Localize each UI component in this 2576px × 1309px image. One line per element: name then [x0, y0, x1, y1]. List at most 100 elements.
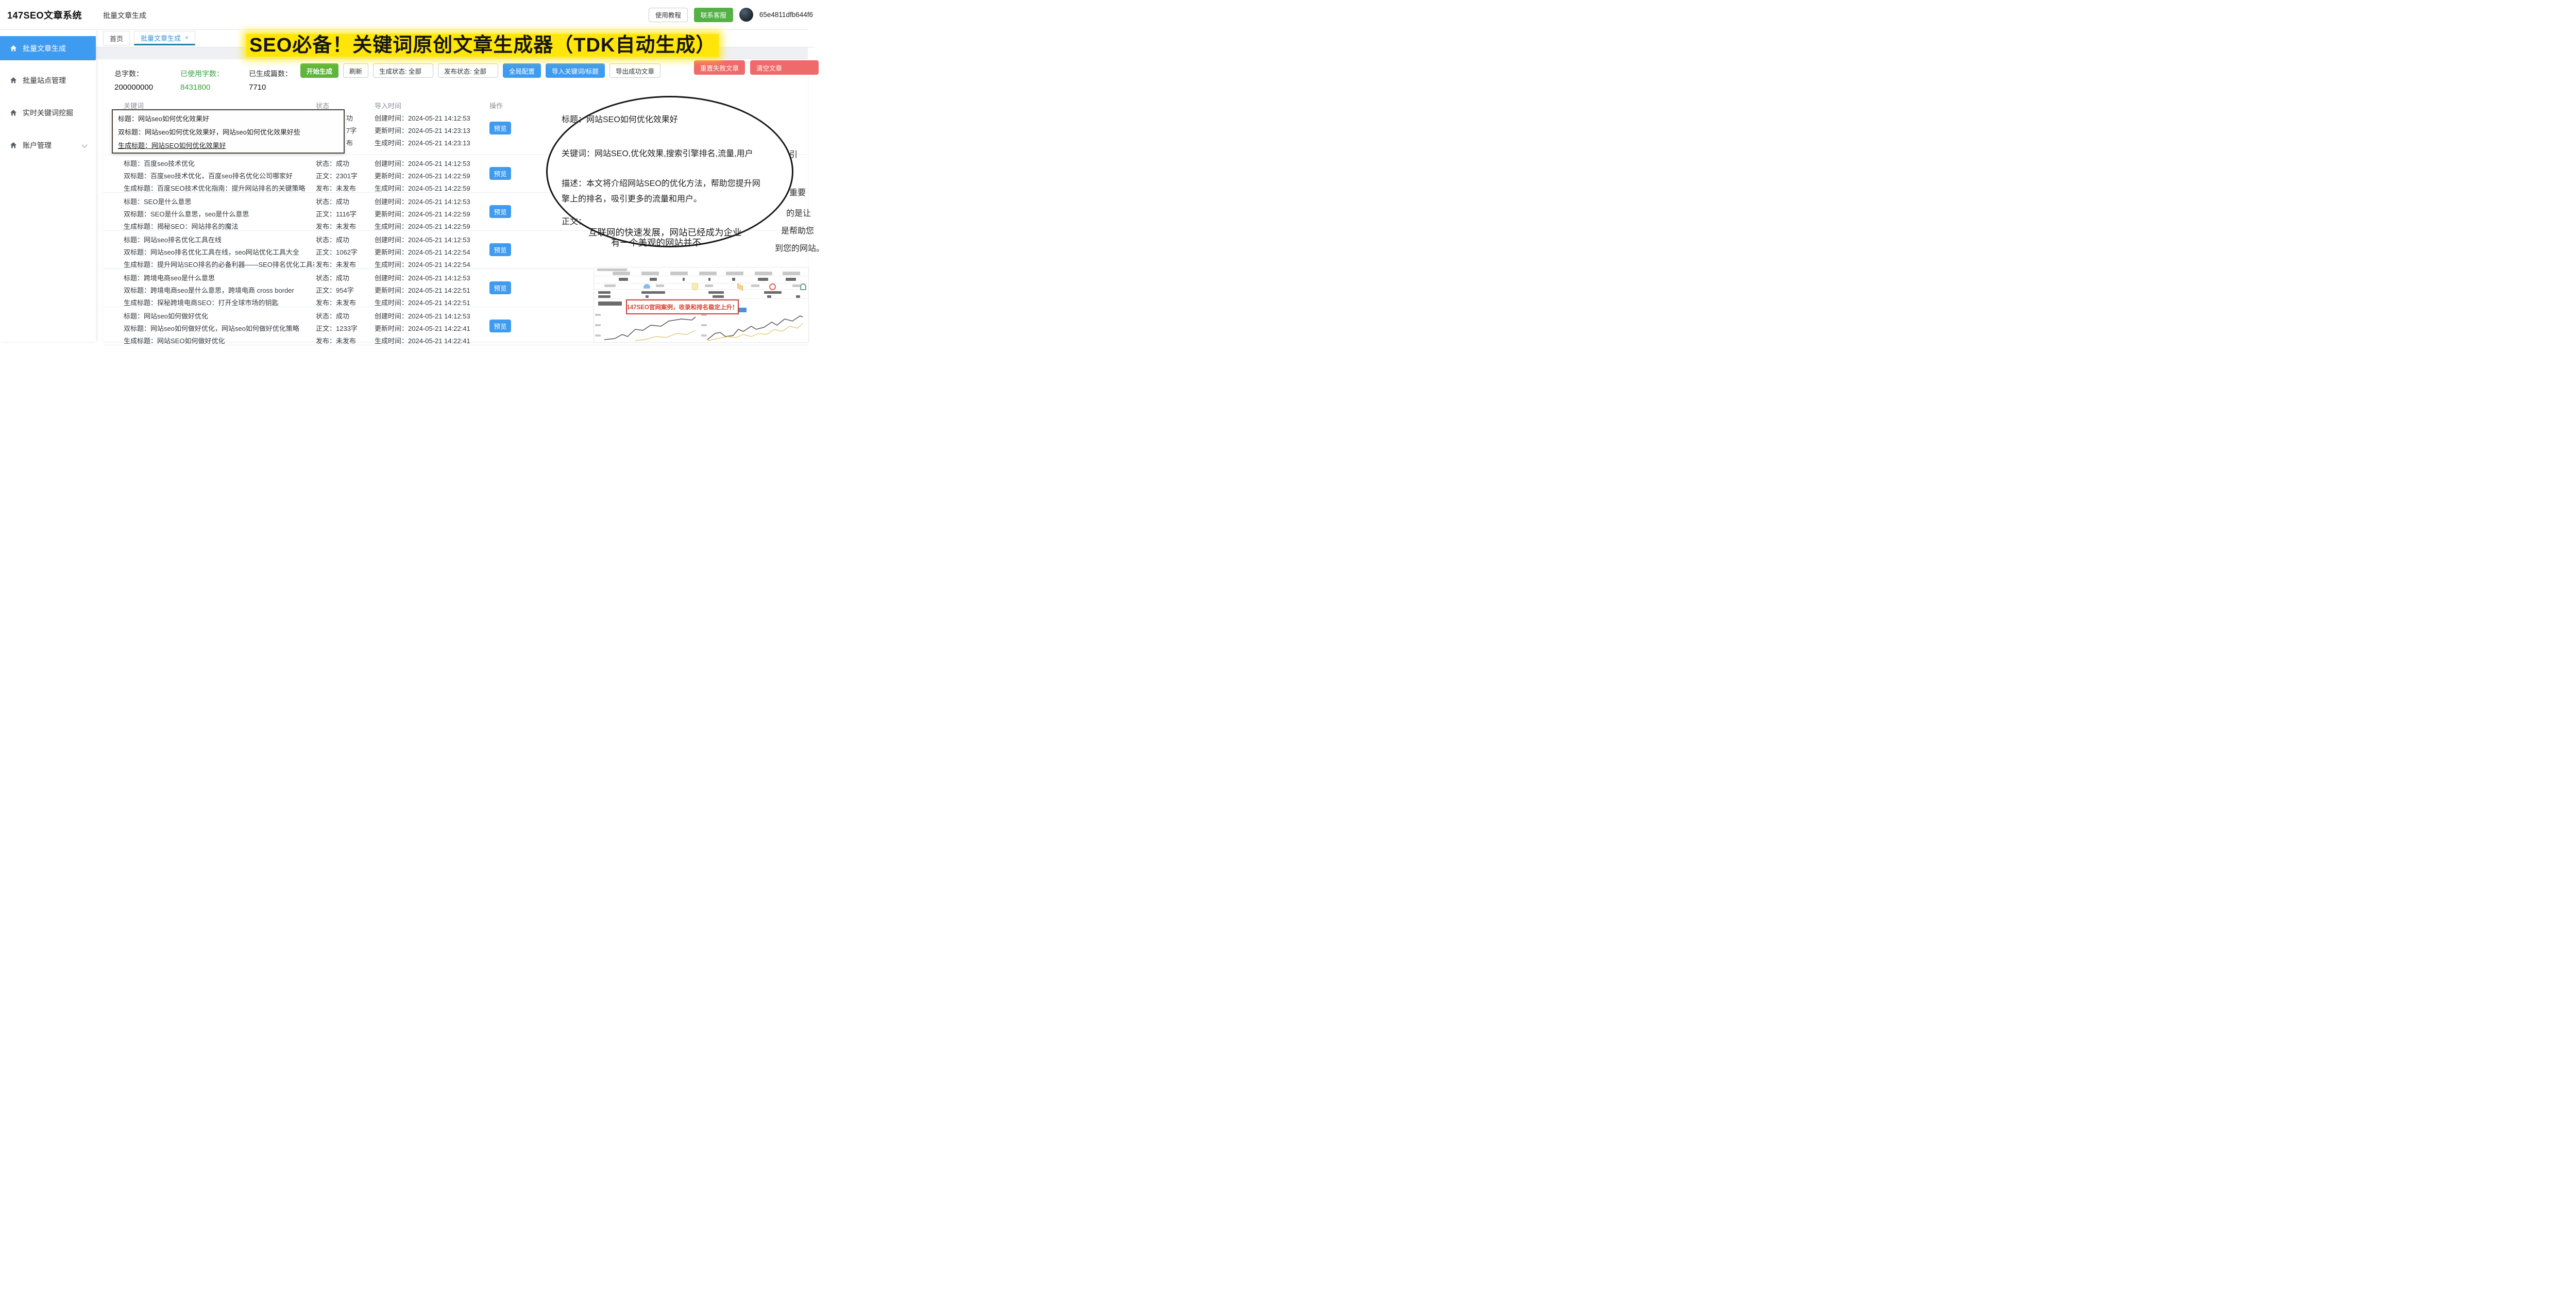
- global-config-button[interactable]: 全局配置: [503, 63, 541, 78]
- preview-button[interactable]: 预览: [489, 205, 511, 218]
- generate-status-select[interactable]: 生成状态: 全部: [373, 63, 433, 78]
- preview-text-fragment: 是帮助您: [781, 224, 814, 236]
- blurred-text-placeholder: [796, 295, 800, 298]
- preview-text-fragment: 重要: [789, 186, 806, 198]
- trend-line-right: [707, 314, 803, 342]
- avatar[interactable]: [739, 8, 753, 22]
- tab-label: 首页: [110, 33, 123, 43]
- tab-1[interactable]: 首页: [103, 31, 130, 45]
- blurred-text-placeholder: [646, 295, 649, 298]
- tutorial-button[interactable]: 使用教程: [649, 8, 688, 22]
- clear-articles-button[interactable]: 清空文章: [750, 60, 819, 75]
- reset-failed-button[interactable]: 重置失败文章: [694, 60, 745, 75]
- stat-value: 8431800: [180, 83, 224, 92]
- top-header: 147SEO文章系统 批量文章生成 使用教程 联系客服 65e4811dfb64…: [0, 0, 808, 30]
- sidebar-item-label: 批量文章生成: [23, 43, 66, 54]
- import-keywords-button[interactable]: 导入关键词/标题: [546, 63, 605, 78]
- chevron-down-icon: [81, 142, 87, 147]
- case-screenshot: 147SEO官网案例，收录和排名稳定上升！: [594, 267, 809, 343]
- breadcrumb: 批量文章生成: [103, 10, 146, 21]
- keyword-cell: 标题：跨境电商seo是什么意思双标题：跨境电商seo是什么意思，跨境电商 cro…: [124, 272, 314, 309]
- status-cell: 状态：成功正文：1233字发布：未发布: [316, 310, 374, 347]
- stat-value: 7710: [249, 83, 292, 92]
- blurred-text-placeholder: [751, 284, 759, 287]
- user-id: 65e4811dfb644f6: [759, 11, 813, 19]
- blurred-text-placeholder: [650, 278, 657, 281]
- preview-button[interactable]: 预览: [489, 243, 511, 256]
- blurred-text-placeholder: [792, 284, 801, 287]
- blurred-text-placeholder: [595, 324, 601, 326]
- tab-2[interactable]: 批量文章生成 ×: [134, 31, 195, 45]
- blurred-text-placeholder: [613, 272, 630, 275]
- preview-button[interactable]: 预览: [489, 320, 511, 332]
- sidebar-item-3[interactable]: 实时关键词挖掘: [0, 100, 96, 125]
- blurred-text-placeholder: [656, 284, 664, 287]
- status-cell: 状态：成功正文：954字发布：未发布: [316, 272, 374, 309]
- publish-status-select[interactable]: 发布状态: 全部: [438, 63, 498, 78]
- keyword-cell: 标题：网站seo如何做好优化双标题：网站seo如何做好优化，网站seo如何做好优…: [124, 310, 314, 347]
- index-chart-right: [700, 314, 805, 342]
- blurred-text-placeholder: [732, 278, 735, 281]
- status-cell: 状态：成功正文：1062字发布：未发布: [316, 234, 374, 271]
- toolbar: 开始生成 刷新 生成状态: 全部 发布状态: 全部 全局配置 导入关键词/标题 …: [300, 63, 660, 78]
- preview-button[interactable]: 预览: [489, 122, 511, 135]
- preview-text-fragment: 的是让: [786, 206, 811, 219]
- blurred-text-placeholder: [595, 334, 601, 337]
- magnified-preview-line: 正文：: [562, 214, 586, 227]
- keyword-cell: 标题：SEO是什么意思双标题：SEO是什么意思，seo是什么意思生成标题：揭秘S…: [124, 196, 314, 233]
- sidebar-item-2[interactable]: 批量站点管理: [0, 68, 96, 92]
- tab-close-icon[interactable]: ×: [185, 34, 189, 41]
- home-icon: [9, 109, 18, 117]
- app-logo: 147SEO文章系统: [7, 8, 82, 22]
- blurred-text-placeholder: [758, 278, 768, 281]
- blurred-text-placeholder: [764, 291, 782, 294]
- refresh-button[interactable]: 刷新: [343, 63, 368, 78]
- blurred-text-placeholder: [598, 291, 611, 294]
- status-cell: 状态：成功正文：2301字发布：未发布: [316, 158, 374, 195]
- keyword-cell: 标题：网站seo排名优化工具在线双标题：网站seo排名优化工具在线，seo网站优…: [124, 234, 314, 271]
- export-success-button[interactable]: 导出成功文章: [609, 63, 660, 78]
- time-cell: 创建时间：2024-05-21 14:12:53更新时间：2024-05-21 …: [375, 196, 488, 233]
- time-cell: 创建时间：2024-05-21 14:12:53更新时间：2024-05-21 …: [375, 158, 488, 195]
- sidebar-item-4[interactable]: 账户管理: [0, 133, 96, 157]
- stat-label: 已生成篇数：: [249, 69, 292, 79]
- danger-actions: 重置失败文章 清空文章: [694, 60, 819, 75]
- time-cell: 创建时间：2024-05-21 14:12:53更新时间：2024-05-21 …: [375, 272, 488, 309]
- time-cell: 创建时间：2024-05-21 14:12:53更新时间：2024-05-21 …: [375, 112, 488, 149]
- blurred-text-placeholder: [786, 278, 796, 281]
- stat-1: 总字数：200000000: [114, 69, 153, 92]
- sidebar-item-label: 实时关键词挖掘: [23, 108, 73, 118]
- blurred-text-placeholder: [713, 295, 724, 298]
- sidebar-item-1[interactable]: 批量文章生成: [0, 36, 96, 60]
- start-generate-button[interactable]: 开始生成: [300, 63, 338, 78]
- promo-title: SEO必备！关键词原创文章生成器（TDK自动生成）: [246, 29, 719, 57]
- stat-value: 200000000: [114, 83, 153, 92]
- index-chart-left: [597, 314, 697, 342]
- blurred-text-placeholder: [699, 272, 717, 275]
- tab-label: 批量文章生成: [141, 33, 181, 43]
- blurred-text-placeholder: [595, 314, 601, 316]
- blurred-text-placeholder: [641, 291, 665, 294]
- blurred-text-placeholder: [641, 272, 659, 275]
- blurred-text-placeholder: [619, 278, 628, 281]
- time-cell: 创建时间：2024-05-21 14:12:53更新时间：2024-05-21 …: [375, 234, 488, 271]
- stat-3: 已生成篇数： 7710: [249, 69, 292, 92]
- ring-icon: [769, 283, 776, 290]
- tooltip-line: 双标题：网站seo如何优化效果好，网站seo如何优化效果好些: [118, 126, 338, 139]
- tooltip-line: 生成标题：网站SEO如何优化效果好: [118, 139, 338, 153]
- blurred-text-placeholder: [597, 268, 627, 271]
- preview-button[interactable]: 预览: [489, 167, 511, 180]
- blurred-text-placeholder: [598, 301, 622, 306]
- home-icon: [9, 44, 18, 53]
- blurred-text-placeholder: [701, 334, 707, 337]
- cup-icon: [692, 283, 698, 290]
- blurred-text-placeholder: [708, 278, 710, 281]
- trend-line-left: [604, 314, 696, 342]
- stat-label: 已使用字数：: [180, 69, 224, 79]
- preview-button[interactable]: 预览: [489, 281, 511, 294]
- blurred-text-placeholder: [767, 295, 771, 298]
- blurred-text-placeholder: [705, 284, 713, 287]
- contact-support-button[interactable]: 联系客服: [694, 8, 733, 22]
- keyword-cell: 标题：百度seo技术优化双标题：百度seo技术优化，百度seo排名优化公司哪家好…: [124, 158, 314, 195]
- sidebar-item-label: 批量站点管理: [23, 75, 66, 86]
